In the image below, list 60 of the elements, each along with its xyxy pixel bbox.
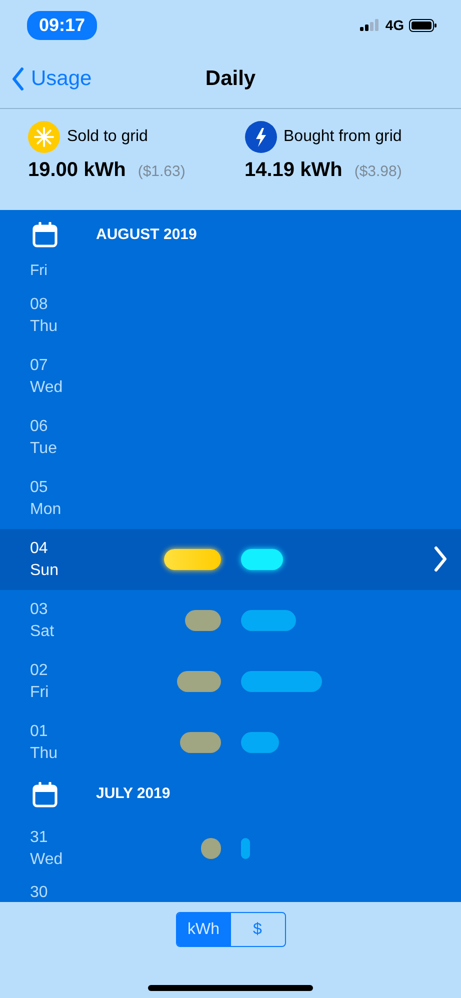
day-row[interactable]: 08 Thu <box>0 285 461 346</box>
calendar-icon <box>32 222 58 248</box>
day-number: 08 <box>30 296 49 314</box>
summary-label: Sold to grid <box>67 128 148 146</box>
back-button[interactable]: Usage <box>0 67 92 91</box>
weekday-label: Thu <box>30 318 59 336</box>
weekday-label: Sun <box>30 562 60 580</box>
sun-icon <box>28 121 60 153</box>
sold-bar <box>177 671 221 692</box>
day-number: 30 <box>30 884 48 901</box>
day-row[interactable]: 06 Tue <box>0 407 461 468</box>
weekday-label: Wed <box>30 850 64 868</box>
network-label: 4G <box>385 17 404 33</box>
chevron-left-icon <box>11 67 25 91</box>
sold-bar <box>201 838 221 859</box>
sold-bar <box>185 610 221 631</box>
weekday-label: Tue <box>30 440 58 458</box>
bought-bar <box>241 549 283 570</box>
month-heading: JULY 2019 <box>96 785 170 802</box>
summary-amount: 14.19 kWh <box>244 159 342 182</box>
day-number: 31 <box>30 828 49 846</box>
day-row[interactable]: 01 Thu <box>0 712 461 773</box>
chevron-right-icon <box>433 546 447 572</box>
day-row[interactable]: 07 Wed <box>0 346 461 407</box>
status-time: 09:17 <box>27 10 98 40</box>
weekday-label: Fri <box>30 684 50 702</box>
lightning-icon <box>244 121 276 153</box>
weekday-label: Mon <box>30 500 62 518</box>
day-number: 04 <box>30 540 49 558</box>
bought-bar <box>241 732 279 753</box>
weekday-label: Wed <box>30 378 64 396</box>
day-row[interactable]: 03 Sat <box>0 590 461 651</box>
day-row[interactable]: 02 Fri <box>0 651 461 712</box>
day-number: 07 <box>30 356 49 374</box>
day-row[interactable]: 31 Wed <box>0 818 461 879</box>
bought-bar <box>241 838 250 859</box>
sold-bar <box>164 549 221 570</box>
day-number: 01 <box>30 722 49 740</box>
day-number: 02 <box>30 662 49 680</box>
summary-cost: ($1.63) <box>138 163 186 180</box>
unit-toggle[interactable]: kWh <box>176 913 230 946</box>
page-title: Daily <box>205 67 256 91</box>
summary-label: Bought from grid <box>284 128 402 146</box>
calendar-icon <box>32 782 58 808</box>
bought-bar <box>241 610 296 631</box>
summary-cost: ($3.98) <box>354 163 402 180</box>
day-row[interactable]: 05 Mon <box>0 468 461 529</box>
weekday-label: Thu <box>30 744 59 762</box>
day-number: 05 <box>30 478 49 496</box>
weekday-label: Fri <box>30 262 48 279</box>
day-row[interactable]: 04 Sun <box>0 529 461 590</box>
month-heading: AUGUST 2019 <box>96 226 197 242</box>
unit-toggle[interactable]: $ <box>230 913 284 946</box>
signal-icon <box>360 19 380 31</box>
weekday-label: Sat <box>30 622 56 640</box>
summary-amount: 19.00 kWh <box>28 159 126 182</box>
day-number: 06 <box>30 418 49 436</box>
day-number: 03 <box>30 600 49 618</box>
sold-bar <box>180 732 221 753</box>
battery-icon <box>409 18 437 32</box>
